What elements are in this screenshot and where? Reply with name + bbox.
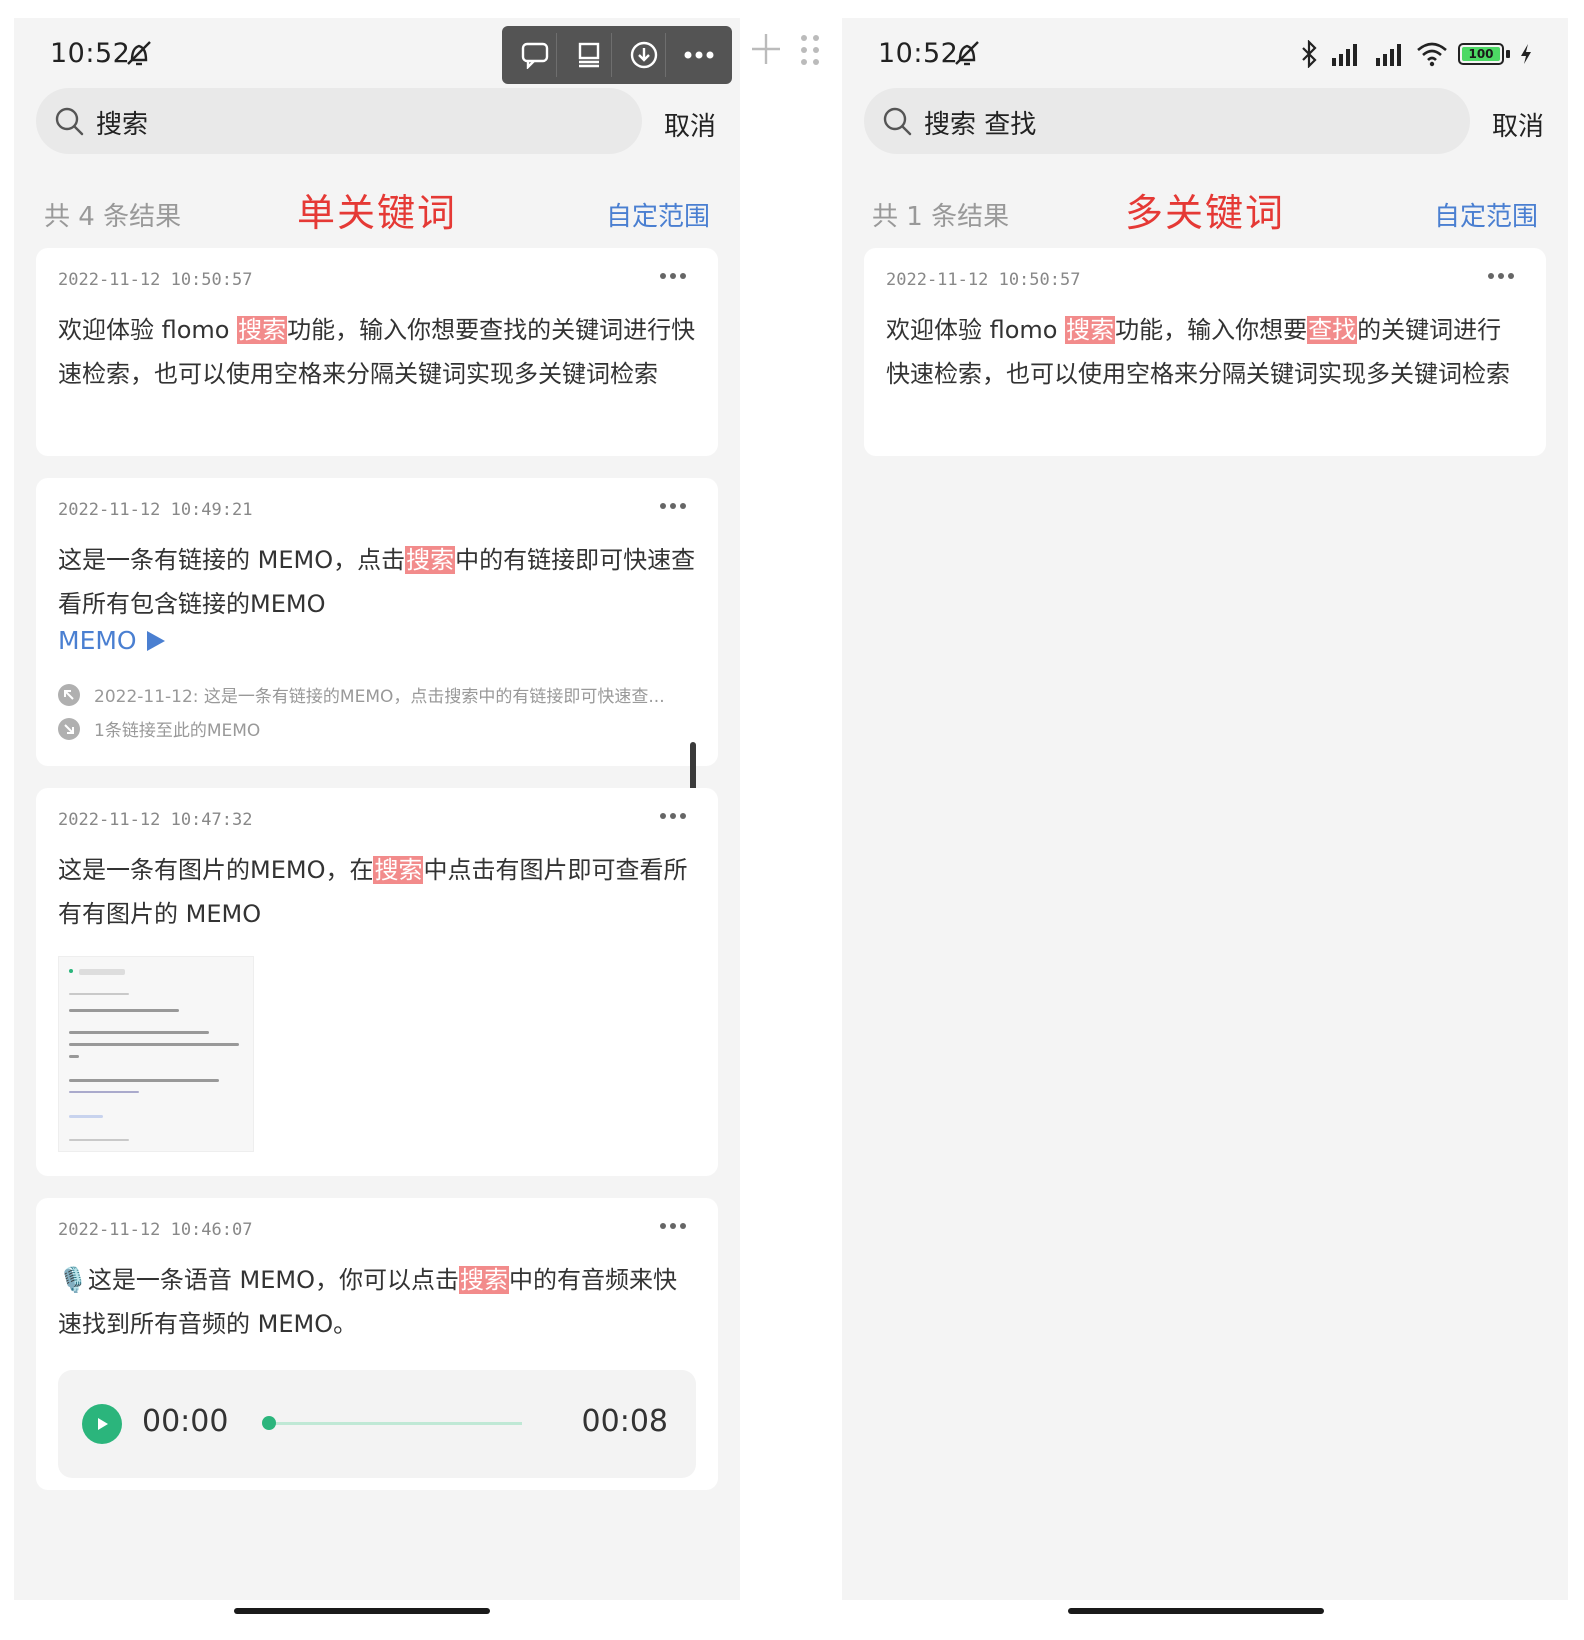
wifi-icon: [1417, 42, 1447, 67]
memo-link[interactable]: MEMO: [58, 626, 167, 655]
drag-handle-icon[interactable]: [801, 35, 819, 65]
status-time: 10:52: [50, 38, 131, 69]
backlink-row[interactable]: 1条链接至此的MEMO: [58, 716, 692, 741]
floating-window-menu: [502, 26, 732, 84]
memo-content: 欢迎体验 flomo 搜索功能，输入你想要查找的关键词进行快速检索，也可以使用空…: [58, 316, 696, 388]
custom-scope-link[interactable]: 自定范围: [606, 196, 710, 233]
more-dots-icon[interactable]: [658, 1216, 688, 1236]
annotation-label: 单关键词: [296, 191, 458, 235]
result-summary: 共 4 条结果 单关键词 自定范围: [44, 180, 710, 240]
search-row: 搜索 查找 取消: [864, 88, 1546, 154]
split-view-controls: [752, 34, 819, 65]
home-indicator[interactable]: [234, 1608, 490, 1614]
more-dots-icon[interactable]: [658, 496, 688, 516]
more-dots-icon[interactable]: [658, 266, 688, 286]
memo-date: 2022-11-12 10:49:21: [58, 500, 253, 520]
memo-link-label: MEMO: [58, 626, 137, 655]
signal-icon: [1376, 44, 1401, 66]
search-query: 搜索: [96, 110, 149, 140]
mute-bell-icon: [955, 41, 979, 66]
memo-card[interactable]: 2022-11-12 10:50:57 欢迎体验 flomo 搜索功能，输入你想…: [864, 248, 1546, 456]
memo-card[interactable]: 2022-11-12 10:46:07 🎙️这是一条语音 MEMO，你可以点击搜…: [36, 1198, 718, 1490]
more-dots-icon[interactable]: [658, 806, 688, 826]
memo-date: 2022-11-12 10:50:57: [886, 270, 1081, 290]
mute-bell-icon: [127, 41, 151, 66]
memo-content: 这是一条有链接的 MEMO，点击搜索中的有链接即可快速查看所有包含链接的MEMO: [58, 546, 696, 618]
play-button[interactable]: [82, 1404, 122, 1444]
status-time: 10:52: [878, 38, 959, 69]
keyword-highlight: 搜索: [237, 316, 288, 344]
home-indicator[interactable]: [1068, 1608, 1324, 1614]
search-input[interactable]: 搜索 查找: [864, 88, 1470, 154]
status-icons: 100: [1300, 40, 1532, 68]
play-icon: [98, 1418, 108, 1430]
search-icon: [55, 107, 84, 136]
memo-image-thumbnail[interactable]: [58, 956, 254, 1152]
search-input[interactable]: 搜索: [36, 88, 642, 154]
status-bar: 10:52 100: [842, 18, 1568, 90]
result-count: 共 1 条结果: [872, 202, 1010, 232]
keyword-highlight: 搜索: [405, 546, 456, 574]
status-bar: 10:52: [14, 18, 740, 90]
search-query: 搜索 查找: [924, 110, 1037, 140]
backlink-text: 1条链接至此的MEMO: [94, 721, 261, 741]
signal-icon: [1332, 44, 1357, 66]
keyword-highlight: 搜索: [373, 856, 424, 884]
search-row: 搜索 取消: [36, 88, 718, 154]
cancel-button[interactable]: 取消: [1492, 106, 1544, 143]
right-phone-screen: 10:52 100 搜索 查找 取消 共 1 条结果 多关键词 自定范围 202…: [842, 18, 1568, 1600]
keyword-highlight: 查找: [1307, 316, 1358, 344]
keyword-highlight: 搜索: [458, 1266, 509, 1294]
result-count: 共 4 条结果: [44, 202, 182, 232]
memo-card[interactable]: 2022-11-12 10:50:57 欢迎体验 flomo 搜索功能，输入你想…: [36, 248, 718, 456]
battery-cap: [1506, 50, 1510, 58]
memo-date: 2022-11-12 10:46:07: [58, 1220, 253, 1240]
more-dots-icon[interactable]: [1486, 266, 1516, 286]
audio-current-time: 00:00: [142, 1404, 229, 1439]
download-icon[interactable]: [622, 33, 667, 77]
link-in-icon: [58, 717, 80, 740]
left-phone-screen: 10:52 搜索 取消 共 4 条结果 单关键词 自定范围 2022-11-12…: [14, 18, 740, 1600]
plus-icon[interactable]: [752, 34, 780, 64]
memo-content: 欢迎体验 flomo 搜索功能，输入你想要查找的关键词进行快速检索，也可以使用空…: [886, 316, 1510, 388]
memo-date: 2022-11-12 10:50:57: [58, 270, 253, 290]
keyword-highlight: 搜索: [1065, 316, 1116, 344]
audio-progress-knob[interactable]: [262, 1416, 276, 1430]
memo-date: 2022-11-12 10:47:32: [58, 810, 253, 830]
memo-card[interactable]: 2022-11-12 10:49:21 这是一条有链接的 MEMO，点击搜索中的…: [36, 478, 718, 766]
play-triangle-icon: [146, 630, 165, 651]
result-summary: 共 1 条结果 多关键词 自定范围: [872, 180, 1538, 240]
more-dots-icon[interactable]: [677, 33, 721, 77]
memo-content: 这是一条有图片的MEMO，在搜索中点击有图片即可查看所有有图片的 MEMO: [58, 856, 688, 928]
outgoing-link-text: 2022-11-12: 这是一条有链接的MEMO，点击搜索中的有链接即可快速查.…: [94, 687, 665, 707]
screen-icon[interactable]: [568, 33, 612, 77]
cancel-button[interactable]: 取消: [664, 106, 716, 143]
memo-content: 🎙️这是一条语音 MEMO，你可以点击搜索中的有音频来快速找到所有音频的 MEM…: [58, 1266, 677, 1338]
chat-bubble-icon[interactable]: [513, 33, 558, 77]
battery-icon: 100: [1458, 43, 1504, 65]
search-icon: [883, 107, 912, 136]
custom-scope-link[interactable]: 自定范围: [1434, 196, 1538, 233]
audio-progress-track[interactable]: [270, 1422, 522, 1425]
audio-player: 00:00 00:08: [58, 1370, 696, 1478]
annotation-label: 多关键词: [1124, 191, 1286, 235]
link-out-icon: [58, 683, 80, 706]
audio-total-time: 00:08: [581, 1404, 668, 1439]
outgoing-link-row[interactable]: 2022-11-12: 这是一条有链接的MEMO，点击搜索中的有链接即可快速查.…: [58, 682, 692, 707]
memo-card[interactable]: 2022-11-12 10:47:32 这是一条有图片的MEMO，在搜索中点击有…: [36, 788, 718, 1176]
charging-icon: [1521, 44, 1531, 64]
bluetooth-icon: [1302, 40, 1317, 68]
